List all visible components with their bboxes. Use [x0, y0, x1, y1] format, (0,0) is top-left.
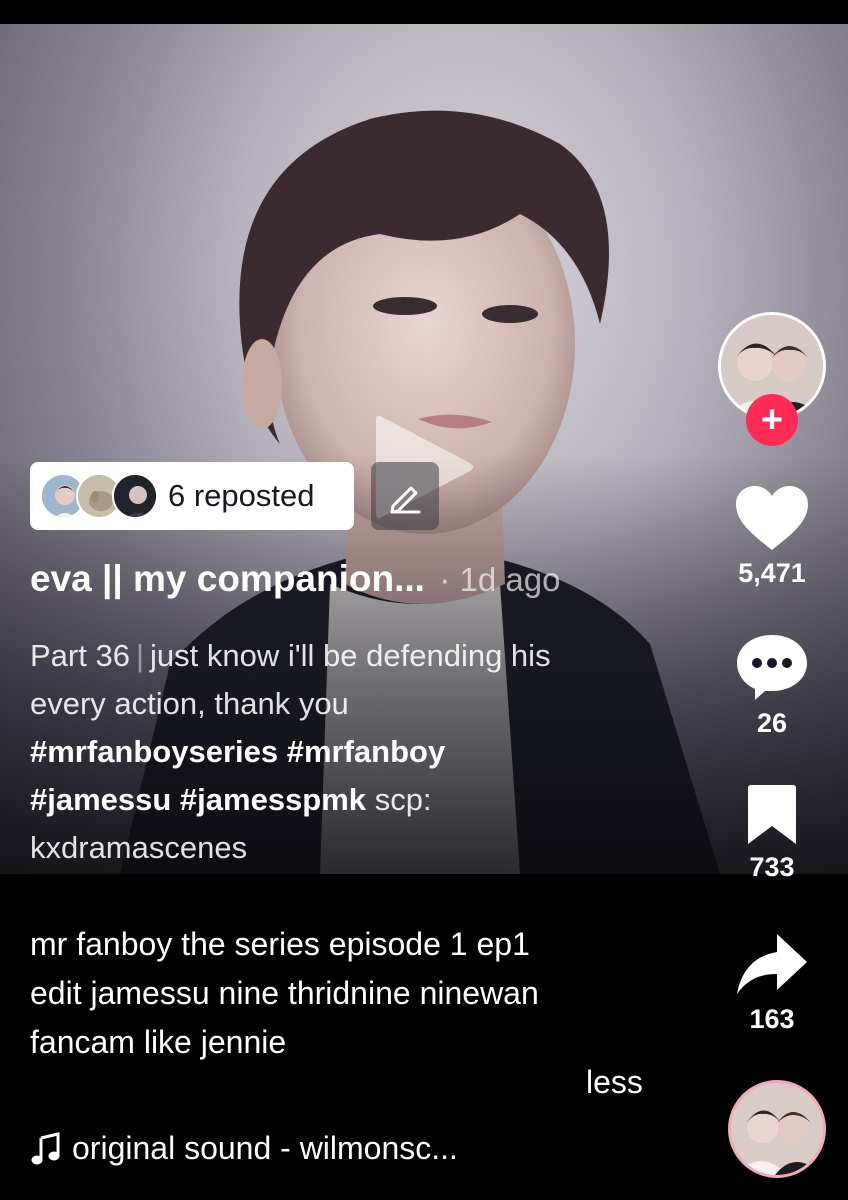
bookmark-icon	[748, 785, 796, 844]
author-username[interactable]: eva || my companion...	[30, 558, 425, 599]
search-description-line-1: mr fanboy the series episode 1 ep1	[30, 926, 530, 962]
repost-avatar-3	[112, 473, 158, 519]
repost-count-label: 6 reposted	[168, 478, 315, 513]
pencil-icon	[390, 486, 421, 514]
hashtags-line-2[interactable]: #jamessu #jamesspmk	[30, 782, 366, 817]
sound-disc[interactable]	[728, 1080, 826, 1178]
like-button[interactable]: 5,471	[716, 484, 828, 589]
share-count: 163	[749, 1004, 795, 1034]
video-caption: Part 36 | just know i'll be defending his …	[30, 632, 680, 872]
sound-link[interactable]: original sound - wilmonsc...	[30, 1130, 458, 1167]
caption-separator: |	[135, 638, 145, 673]
save-button[interactable]: 733	[716, 784, 828, 883]
follow-button[interactable]: +	[746, 394, 798, 446]
caption-text-line-2: every action, thank you	[30, 686, 349, 721]
sound-label: original sound - wilmonsc...	[72, 1130, 458, 1166]
share-button[interactable]: 163	[716, 932, 828, 1035]
caption-text-line-1: just know i'll be defending his	[150, 638, 551, 673]
share-icon	[737, 934, 807, 994]
scp-handle: kxdramascenes	[30, 830, 248, 865]
music-note-icon	[31, 1131, 60, 1164]
less-button[interactable]: less	[586, 1064, 643, 1101]
reposts-chip[interactable]: 6 reposted	[30, 462, 354, 530]
search-description-line-3: fancam like jennie	[30, 1024, 287, 1060]
comment-icon	[737, 635, 807, 700]
post-time: · 1d ago	[439, 561, 561, 598]
heart-icon	[736, 486, 808, 550]
search-description-line-2: edit jamessu nine thridnine ninewan	[30, 975, 539, 1011]
search-description: mr fanboy the series episode 1 ep1 edit …	[30, 920, 650, 1067]
comment-count: 26	[756, 708, 788, 738]
save-count: 733	[749, 852, 795, 882]
author-line: eva || my companion... · 1d ago	[30, 558, 670, 600]
hashtags-line-1[interactable]: #mrfanboyseries #mrfanboy	[30, 728, 680, 776]
repost-avatars	[40, 471, 158, 521]
scp-label: scp:	[374, 782, 432, 817]
edit-button[interactable]	[371, 462, 439, 530]
caption-part: Part 36	[30, 638, 130, 673]
comment-button[interactable]: 26	[716, 632, 828, 739]
like-count: 5,471	[738, 558, 806, 588]
